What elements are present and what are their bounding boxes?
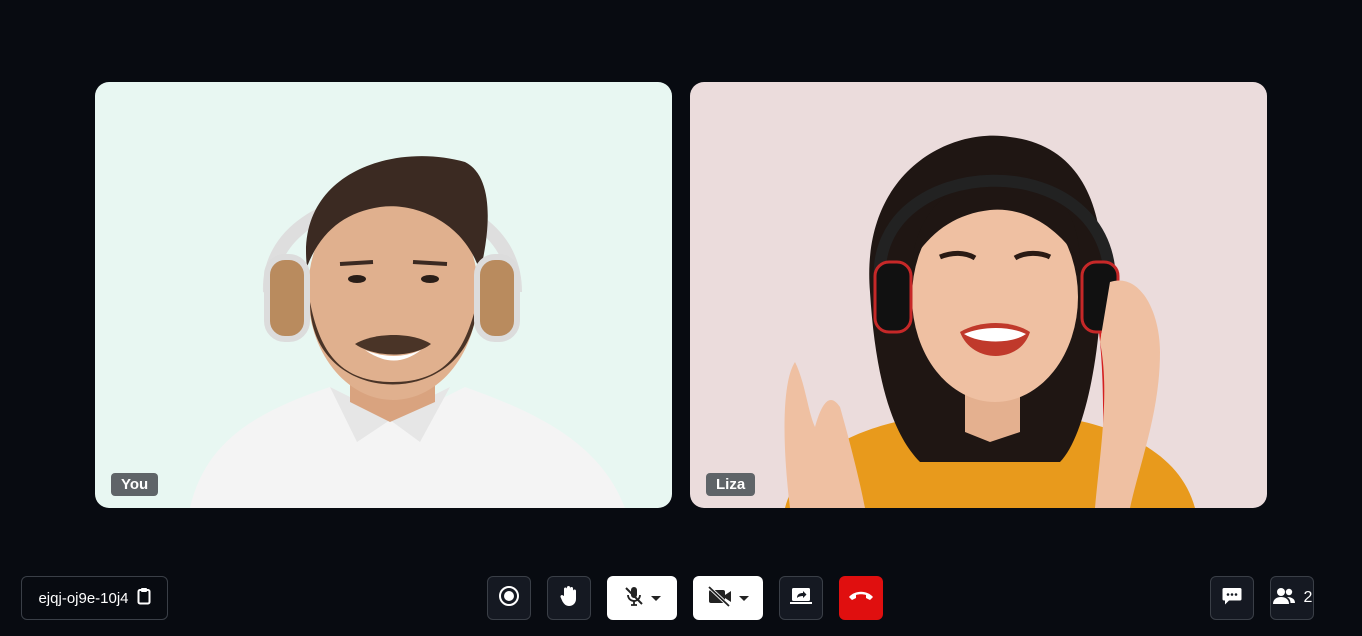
participant-name-tag: You <box>111 473 159 496</box>
camera-toggle-button[interactable] <box>693 576 763 620</box>
meeting-id-button[interactable]: ejqj-oj9e-10j4 <box>21 576 168 620</box>
end-call-icon <box>848 589 874 608</box>
participant-video-you <box>190 156 625 508</box>
screen-share-icon <box>789 586 813 611</box>
record-icon <box>498 585 520 612</box>
mic-toggle-button[interactable] <box>607 576 677 620</box>
video-tile-you[interactable]: You <box>95 82 672 508</box>
raise-hand-button[interactable] <box>547 576 591 620</box>
chat-icon <box>1221 585 1243 612</box>
camera-off-icon <box>707 585 733 612</box>
participant-count: 2 <box>1303 589 1313 606</box>
clipboard-icon <box>137 587 151 609</box>
participants-button[interactable]: 2 <box>1270 576 1314 620</box>
participant-video-liza <box>784 135 1195 508</box>
camera-options-caret-icon[interactable] <box>739 595 749 601</box>
participant-name-tag: Liza <box>706 473 756 496</box>
hand-icon <box>559 585 579 612</box>
leave-call-button[interactable] <box>839 576 883 620</box>
video-tile-liza[interactable]: Liza <box>690 82 1267 508</box>
record-button[interactable] <box>487 576 531 620</box>
meeting-stage: You Liza ejqj-oj9e-10j4 2 <box>0 0 1362 636</box>
mic-options-caret-icon[interactable] <box>651 595 661 601</box>
people-icon <box>1272 586 1296 611</box>
screen-share-button[interactable] <box>779 576 823 620</box>
mic-off-icon <box>623 585 645 612</box>
chat-button[interactable] <box>1210 576 1254 620</box>
meeting-id-text: ejqj-oj9e-10j4 <box>38 589 129 607</box>
